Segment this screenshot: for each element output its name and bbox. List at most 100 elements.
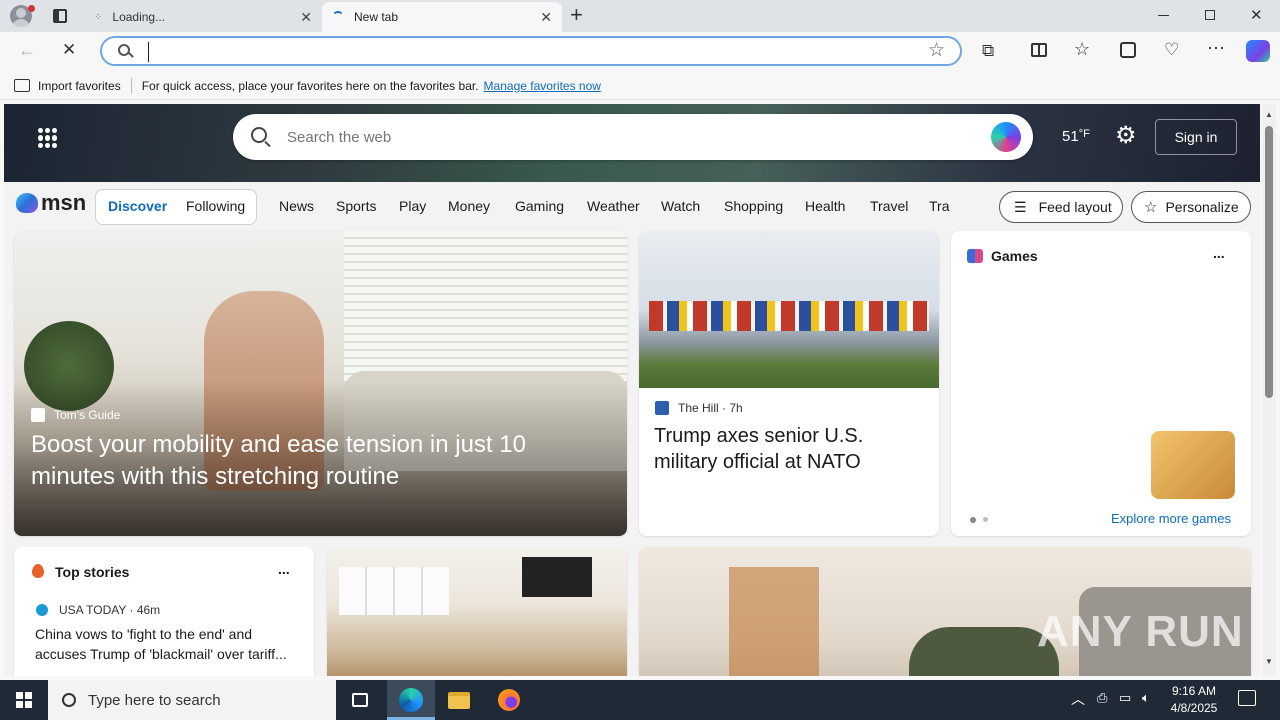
taskbar-clock[interactable]: 9:16 AM 4/8/2025 [1168,683,1220,717]
scroll-down-icon[interactable]: ▼ [1265,657,1273,666]
more-options-icon[interactable]: ⋯ [1207,38,1225,59]
nav-news[interactable]: News [279,198,314,214]
start-button[interactable] [0,680,48,720]
taskbar-search-box[interactable]: Type here to search [48,680,336,720]
toms-guide-icon [31,408,45,422]
carousel-dot[interactable] [983,517,988,522]
top-stories-card: Top stories ... USA TODAY · 46m China vo… [14,547,314,676]
tab-loading[interactable]: ⁘ Loading... ✕ [84,2,322,32]
page-scrollbar[interactable]: ▲ ▼ [1262,104,1276,676]
manage-favorites-link[interactable]: Manage favorites now [484,79,601,93]
edge-taskbar-icon[interactable] [387,680,435,720]
games-card: Games ... Explore more games [951,231,1251,536]
tab-label: New tab [354,10,399,24]
nav-sports[interactable]: Sports [336,198,376,214]
article-title[interactable]: Boost your mobility and ease tension in … [31,429,591,493]
nav-traffic[interactable]: Tra [929,198,951,214]
signin-button[interactable]: Sign in [1155,119,1237,155]
edge-spinner-icon [332,11,344,23]
article-source: Tom's Guide [54,408,121,422]
minimize-icon[interactable] [1158,15,1169,16]
article-title[interactable]: Trump axes senior U.S. military official… [654,423,919,475]
article-time: 7h [729,401,743,415]
explore-more-games-link[interactable]: Explore more games [1111,511,1231,526]
task-view-icon[interactable] [336,680,384,720]
exercise-article-card[interactable]: ANY RUN [639,547,1251,676]
top-stories-flame-icon [32,564,44,578]
tab-actions-icon[interactable] [53,9,67,23]
source-name: The Hill [678,401,719,415]
carousel-dot-active[interactable] [970,517,976,523]
nav-shopping[interactable]: Shopping [724,198,783,214]
hero-article-card[interactable]: Tom's Guide Boost your mobility and ease… [14,231,627,536]
browser-essentials-icon[interactable]: ♡ [1164,40,1179,60]
sparkle-star-icon: ☆ [1144,199,1158,216]
story-time: 46m [136,603,161,617]
game-thumbnail[interactable] [1151,431,1235,499]
story-source: USA TODAY · 46m [59,603,161,617]
back-icon[interactable]: ← [18,40,36,61]
import-favorites-icon[interactable] [14,79,30,92]
close-tab-icon[interactable]: ✕ [540,9,552,26]
file-explorer-icon[interactable] [435,680,483,720]
tab-discover[interactable]: Discover [108,198,167,214]
new-tab-icon[interactable]: + [570,4,583,26]
web-search-box[interactable] [233,114,1033,160]
feed-layout-button[interactable]: ☰ Feed layout [999,191,1123,223]
apps-grid-icon[interactable] [38,128,58,148]
favorite-star-icon[interactable]: ☆ [928,39,945,62]
extensions-icon[interactable]: ⧉ [982,41,994,61]
settings-gear-icon[interactable]: ⚙ [1115,121,1137,150]
clock-time: 9:16 AM [1171,684,1217,698]
tv-image [522,557,592,597]
weather-temp[interactable]: 51°F [1062,128,1090,145]
scroll-up-icon[interactable]: ▲ [1265,110,1273,119]
usb-device-icon[interactable]: ⎙ [1097,690,1107,706]
top-stories-more-button[interactable]: ... [278,561,290,577]
loading-dots-icon: ⁘ [94,11,103,23]
copilot-search-icon[interactable] [991,122,1021,152]
network-icon[interactable]: ▭ [1119,690,1131,706]
favorites-bar: Import favorites For quick access, place… [0,72,1280,100]
games-more-button[interactable]: ... [1213,245,1225,261]
volume-icon[interactable]: 🔈︎ [1142,690,1150,706]
nav-watch[interactable]: Watch [661,198,700,214]
scrollbar-thumb[interactable] [1265,126,1273,398]
temperature-unit: °F [1078,128,1090,140]
article-source: The Hill · 7h [678,401,743,415]
tab-new-tab[interactable]: New tab ✕ [322,2,562,32]
close-tab-icon[interactable]: ✕ [300,9,312,26]
taskbar-search-placeholder: Type here to search [88,691,221,709]
firefox-icon[interactable] [485,680,533,720]
nav-weather[interactable]: Weather [587,198,640,214]
web-search-input[interactable] [287,126,927,148]
nato-article-card[interactable]: The Hill · 7h Trump axes senior U.S. mil… [639,231,939,536]
copilot-icon[interactable] [1246,40,1270,62]
split-screen-icon[interactable] [1031,43,1047,57]
tab-label: Loading... [112,10,166,24]
windows-logo-icon [16,692,32,708]
nav-travel[interactable]: Travel [870,198,908,214]
collections-icon[interactable] [1120,42,1136,58]
restore-icon[interactable] [1205,10,1215,20]
personalize-button[interactable]: ☆ Personalize [1131,191,1251,223]
msn-logo-text: msn [41,190,87,215]
temperature-value: 51 [1062,128,1079,145]
import-favorites-button[interactable]: Import favorites [38,79,121,93]
tray-chevron-icon[interactable]: ︿ [1071,689,1085,709]
notifications-icon[interactable] [1238,690,1256,706]
nav-gaming[interactable]: Gaming [515,198,564,214]
favorites-icon[interactable]: ☆ [1074,39,1090,60]
nav-money[interactable]: Money [448,198,490,214]
stop-loading-icon[interactable]: ✕ [62,40,76,60]
story-headline[interactable]: China vows to 'fight to the end' and acc… [35,624,300,664]
kitchen-article-card[interactable] [327,547,627,676]
tab-following[interactable]: Following [186,198,245,214]
address-bar[interactable]: ☆ [100,36,962,66]
msn-logo[interactable]: msn [16,190,86,216]
nav-play[interactable]: Play [399,198,426,214]
close-window-icon[interactable]: ✕ [1250,6,1263,24]
msn-butterfly-icon [16,193,38,213]
address-input[interactable] [148,42,868,62]
nav-health[interactable]: Health [805,198,845,214]
